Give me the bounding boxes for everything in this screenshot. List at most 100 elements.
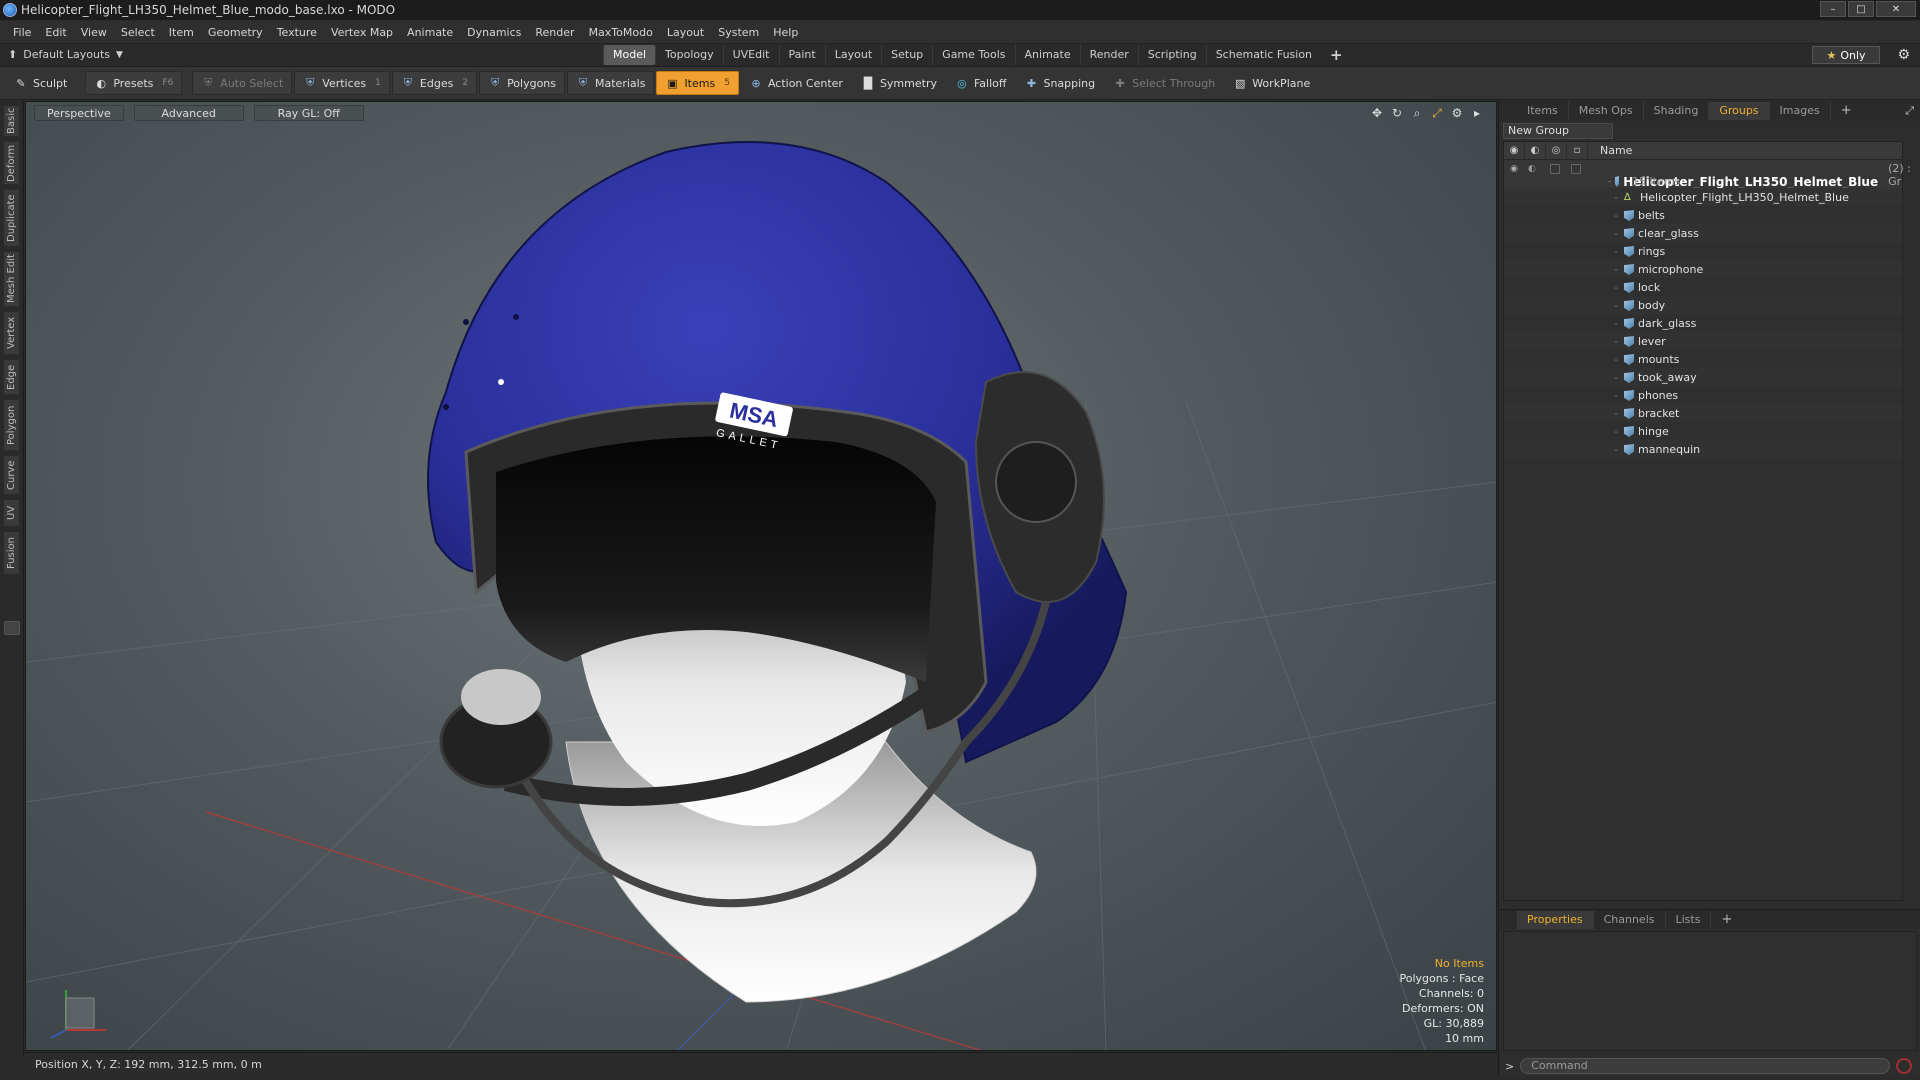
materials-button[interactable]: ⛨ Materials: [567, 71, 655, 95]
tab-paint[interactable]: Paint: [778, 45, 825, 65]
workplane-button[interactable]: ▧ WorkPlane: [1225, 71, 1318, 95]
viewport-menu-icon[interactable]: ▸: [1470, 106, 1484, 121]
new-group-button[interactable]: New Group: [1503, 123, 1613, 139]
menu-help[interactable]: Help: [766, 26, 805, 39]
close-button[interactable]: ✕: [1876, 1, 1916, 17]
command-arrow-icon[interactable]: >: [1505, 1060, 1514, 1073]
tab-images[interactable]: Images: [1770, 102, 1831, 120]
list-item[interactable]: - took_away: [1504, 368, 1902, 386]
visibility-eye-icon[interactable]: ◉: [1507, 164, 1521, 176]
tab-lists[interactable]: Lists: [1666, 910, 1712, 929]
lock-column-icon[interactable]: ◎: [1546, 141, 1567, 160]
tab-shading[interactable]: Shading: [1644, 102, 1710, 120]
list-item[interactable]: - microphone: [1504, 260, 1902, 278]
menu-edit[interactable]: Edit: [38, 26, 73, 39]
expand-icon[interactable]: ⤢: [1905, 104, 1914, 118]
menu-view[interactable]: View: [74, 26, 114, 39]
vtab-deform[interactable]: Deform: [3, 141, 20, 185]
menu-dynamics[interactable]: Dynamics: [460, 26, 528, 39]
menu-item[interactable]: Item: [162, 26, 201, 39]
tab-properties[interactable]: Properties: [1517, 910, 1594, 929]
menu-vertex-map[interactable]: Vertex Map: [324, 26, 400, 39]
rotate-icon[interactable]: ↻: [1390, 106, 1404, 121]
tab-mesh-ops[interactable]: Mesh Ops: [1569, 102, 1644, 120]
vtab-curve[interactable]: Curve: [3, 455, 20, 495]
tab-channels[interactable]: Channels: [1594, 910, 1666, 929]
list-item[interactable]: - clear_glass: [1504, 224, 1902, 242]
visibility-column-icon[interactable]: ◉: [1504, 141, 1525, 160]
tab-render[interactable]: Render: [1079, 45, 1138, 65]
3d-viewport[interactable]: Perspective Advanced Ray GL: Off ✥ ↻ ⌕ ⤢…: [25, 101, 1497, 1051]
list-item[interactable]: - lever: [1504, 332, 1902, 350]
symmetry-button[interactable]: ▐▌ Symmetry: [853, 71, 945, 95]
select-toggle[interactable]: [1571, 164, 1581, 174]
menu-texture[interactable]: Texture: [270, 26, 324, 39]
select-through-button[interactable]: ✚ Select Through: [1105, 71, 1223, 95]
tab-model[interactable]: Model: [603, 45, 656, 65]
view-mode-dropdown[interactable]: Perspective: [34, 105, 124, 121]
menu-render[interactable]: Render: [528, 26, 581, 39]
auto-select-button[interactable]: ⛨ Auto Select: [192, 71, 293, 95]
list-item[interactable]: - mannequin: [1504, 440, 1902, 458]
tab-uvedit[interactable]: UVEdit: [722, 45, 779, 65]
list-item[interactable]: - lock: [1504, 278, 1902, 296]
list-item[interactable]: - rings: [1504, 242, 1902, 260]
snapping-button[interactable]: ✚ Snapping: [1016, 71, 1103, 95]
tab-items[interactable]: Items: [1517, 102, 1569, 120]
tab-schematic-fusion[interactable]: Schematic Fusion: [1205, 45, 1321, 65]
add-tab-button[interactable]: +: [1321, 45, 1352, 65]
presets-button[interactable]: ◐ Presets F6: [85, 71, 183, 95]
vtab-vertex[interactable]: Vertex: [3, 311, 20, 355]
pan-icon[interactable]: ✥: [1370, 106, 1384, 121]
list-item[interactable]: - mounts: [1504, 350, 1902, 368]
vtab-edge[interactable]: Edge: [3, 359, 20, 395]
tab-animate[interactable]: Animate: [1014, 45, 1080, 65]
vtab-duplicate[interactable]: Duplicate: [3, 189, 20, 247]
minimize-button[interactable]: –: [1820, 1, 1846, 17]
list-item[interactable]: - bracket: [1504, 404, 1902, 422]
falloff-button[interactable]: ◎ Falloff: [947, 71, 1014, 95]
zoom-icon[interactable]: ⌕: [1410, 106, 1424, 121]
vtab-uv[interactable]: UV: [3, 499, 20, 527]
command-input[interactable]: Command: [1520, 1058, 1891, 1074]
vtab-basic[interactable]: Basic: [3, 105, 20, 137]
lock-toggle[interactable]: [1550, 164, 1560, 174]
list-item[interactable]: - ∆ Helicopter_Flight_LH350_Helmet_Blue: [1504, 188, 1902, 206]
sculpt-button[interactable]: ✎ Sculpt: [6, 71, 75, 95]
list-item[interactable]: - dark_glass: [1504, 314, 1902, 332]
add-props-tab-button[interactable]: +: [1711, 911, 1742, 929]
tab-groups[interactable]: Groups: [1709, 102, 1770, 120]
select-column-icon[interactable]: ▫: [1567, 141, 1588, 160]
menu-geometry[interactable]: Geometry: [201, 26, 270, 39]
gear-icon[interactable]: ⚙: [1897, 47, 1910, 63]
list-item[interactable]: - belts: [1504, 206, 1902, 224]
tab-layout[interactable]: Layout: [824, 45, 881, 65]
tab-setup[interactable]: Setup: [881, 45, 932, 65]
edges-button[interactable]: ⛨ Edges 2: [391, 71, 478, 95]
menu-system[interactable]: System: [711, 26, 766, 39]
viewport-settings-icon[interactable]: ⚙: [1450, 106, 1464, 121]
list-item[interactable]: - phones: [1504, 386, 1902, 404]
group-row[interactable]: ◉ ◐ Helicopter_Flight_LH350_Helmet_Blue …: [1504, 160, 1911, 201]
shading-dropdown[interactable]: Advanced: [133, 105, 244, 121]
maximize-button[interactable]: □: [1848, 1, 1874, 17]
name-column-header[interactable]: Name: [1588, 144, 1632, 157]
tab-game-tools[interactable]: Game Tools: [932, 45, 1014, 65]
tab-scripting[interactable]: Scripting: [1137, 45, 1206, 65]
menu-maxtomodo[interactable]: MaxToModo: [582, 26, 660, 39]
vtab-mesh-edit[interactable]: Mesh Edit: [3, 251, 20, 307]
menu-select[interactable]: Select: [114, 26, 162, 39]
raygl-toggle[interactable]: Ray GL: Off: [253, 105, 364, 121]
vtab-polygon[interactable]: Polygon: [3, 399, 20, 451]
vtab-fusion[interactable]: Fusion: [3, 531, 20, 575]
menu-animate[interactable]: Animate: [400, 26, 460, 39]
menu-file[interactable]: File: [6, 26, 38, 39]
add-panel-tab-button[interactable]: +: [1831, 102, 1862, 120]
chevron-down-icon[interactable]: ▼: [116, 50, 123, 60]
list-item[interactable]: - hinge: [1504, 422, 1902, 440]
items-button[interactable]: ▣ Items 5: [656, 71, 739, 95]
vertices-button[interactable]: ⛨ Vertices 1: [294, 71, 390, 95]
fit-icon[interactable]: ⤢: [1430, 106, 1444, 121]
menu-layout[interactable]: Layout: [660, 26, 711, 39]
polygons-button[interactable]: ⛨ Polygons: [479, 71, 566, 95]
